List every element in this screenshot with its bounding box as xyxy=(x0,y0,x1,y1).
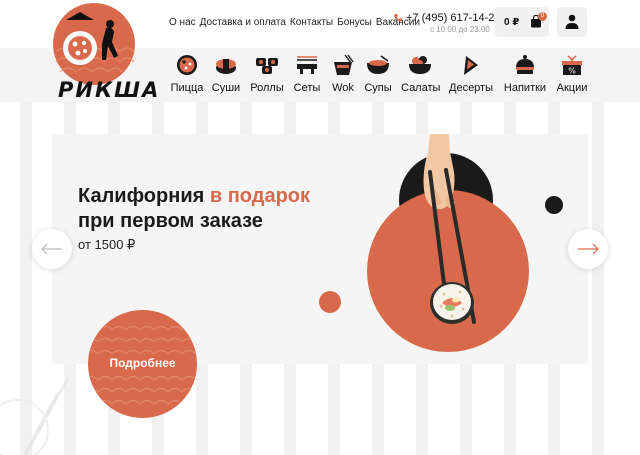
nav-contacts[interactable]: Контакты xyxy=(290,17,333,28)
svg-text:%: % xyxy=(568,67,576,76)
logo-text[interactable]: РИКША xyxy=(58,78,160,102)
salad-icon xyxy=(409,56,431,74)
promo-title-accent: в подарок xyxy=(209,185,311,207)
category-sets[interactable]: Сеты xyxy=(293,54,321,100)
promo-icon: % xyxy=(562,55,582,76)
top-nav: О нас Доставка и оплата Контакты Бонусы … xyxy=(169,17,420,28)
soup-icon xyxy=(367,55,389,74)
phone-icon xyxy=(394,14,402,22)
category-salads[interactable]: Салаты xyxy=(401,54,441,100)
category-label: Салаты xyxy=(401,82,441,94)
arrow-right-icon xyxy=(578,243,599,255)
promo-title-line2: при первом заказе xyxy=(78,210,263,232)
category-label: Роллы xyxy=(250,82,284,94)
category-desserts[interactable]: Десерты xyxy=(449,54,493,100)
working-hours: с 10:00 до 23:00 xyxy=(430,25,490,34)
promo-title-line1: Калифорния xyxy=(78,185,205,207)
category-rolls[interactable]: Роллы xyxy=(250,54,284,100)
more-details-button[interactable]: Подробнее xyxy=(88,310,197,418)
more-details-label: Подробнее xyxy=(109,356,176,370)
cart-sum[interactable]: 0 ₽ xyxy=(504,17,519,28)
category-drinks[interactable]: Напитки xyxy=(503,54,547,100)
category-pizza[interactable]: Пицца xyxy=(170,54,204,100)
nav-delivery[interactable]: Доставка и оплата xyxy=(200,17,286,28)
category-label: Акции xyxy=(556,82,588,94)
category-label: Пицца xyxy=(170,82,204,94)
user-icon[interactable] xyxy=(565,14,579,29)
phone-number[interactable]: +7 (495) 617-14-24 xyxy=(406,12,500,24)
sets-icon xyxy=(297,56,317,74)
category-soups[interactable]: Супы xyxy=(364,54,392,100)
category-label: Десерты xyxy=(449,82,494,94)
arrow-left-icon xyxy=(41,243,62,255)
category-label: Напитки xyxy=(503,82,547,94)
category-label: Супы xyxy=(364,82,392,94)
category-label: Сеты xyxy=(293,82,321,94)
promo-subtitle: от 1500 ₽ xyxy=(78,237,136,252)
category-promo[interactable]: % Акции xyxy=(555,54,589,100)
pizza-icon xyxy=(177,55,197,75)
cart-count-badge: 0 xyxy=(538,12,547,21)
slider-next-button[interactable] xyxy=(568,229,608,269)
wok-icon xyxy=(334,54,354,75)
rolls-icon xyxy=(256,58,278,74)
sushi-icon xyxy=(216,59,236,74)
category-label: Суши xyxy=(211,82,241,94)
category-sushi[interactable]: Суши xyxy=(211,54,241,100)
slider-prev-button[interactable] xyxy=(32,229,72,269)
category-wok[interactable]: Wok xyxy=(330,54,356,100)
nav-about[interactable]: О нас xyxy=(169,17,196,28)
category-label: Wok xyxy=(332,82,354,94)
dessert-icon xyxy=(464,56,478,75)
promo-title: Калифорния в подарок при первом заказе xyxy=(78,184,310,234)
drinks-icon xyxy=(516,55,534,74)
nav-bonuses[interactable]: Бонусы xyxy=(337,17,372,28)
